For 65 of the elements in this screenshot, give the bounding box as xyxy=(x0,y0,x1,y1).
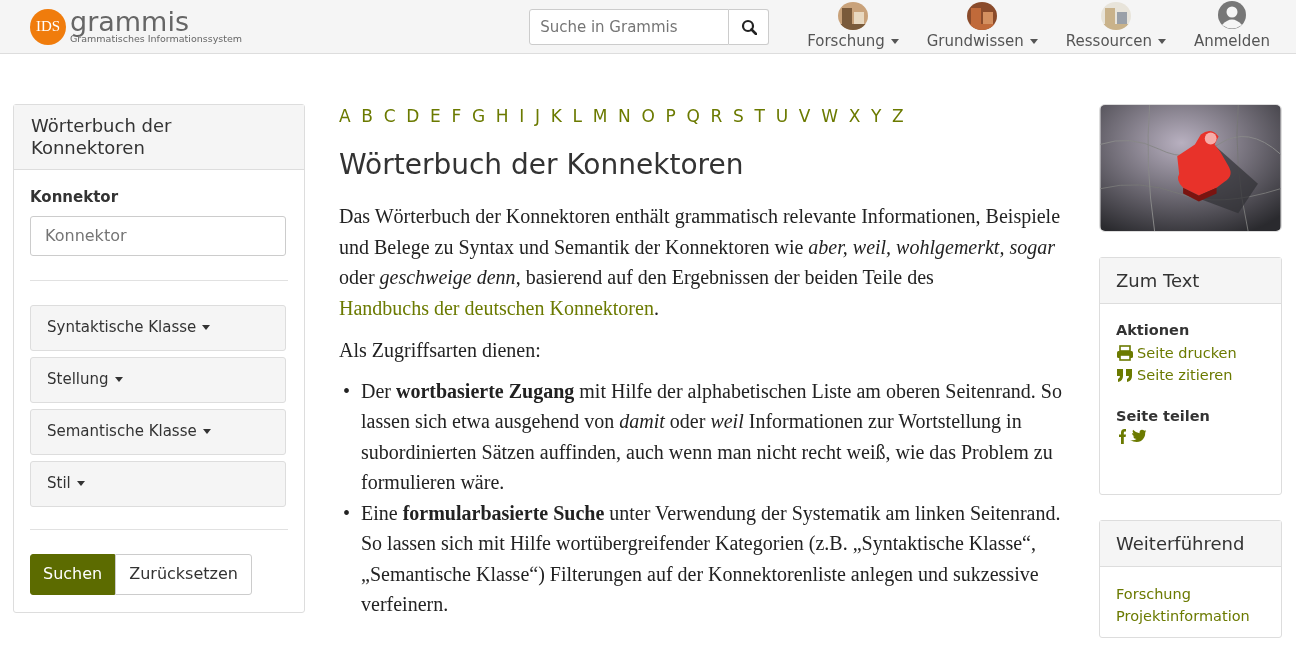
filter-dropdown[interactable]: Semantische Klasse xyxy=(30,408,286,455)
page-heading: Wörterbuch der Konnektoren xyxy=(339,147,745,182)
card-title: Wörterbuch der Konnektoren xyxy=(14,105,304,170)
quote-icon xyxy=(1116,366,1134,383)
letter-link[interactable]: W xyxy=(821,104,838,130)
facebook-icon xyxy=(1116,427,1127,444)
share-link[interactable] xyxy=(1129,427,1147,444)
letter-link[interactable]: U xyxy=(775,104,789,130)
letter-link[interactable]: P xyxy=(665,104,676,130)
field-label: Konnektor xyxy=(30,187,120,208)
section-heading: Seite teilen xyxy=(1116,406,1211,426)
letter-link[interactable]: R xyxy=(710,104,723,130)
section-heading: Aktionen xyxy=(1116,321,1191,340)
letter-link[interactable]: D xyxy=(406,104,420,130)
list-item: Eine formularbasierte Suche unter Verwendung der Systematik am linken Seitenrand. So lassen sich mit Hilfe wortübergreifender Kategorien (z.B. „Syntaktische Klasse“, „Semantische Klasse“) Filterungen auf der Konnektorenliste anlegen und sukzessive verfeinern. xyxy=(361,500,1062,618)
share-link[interactable] xyxy=(1116,427,1127,444)
letter-link[interactable]: L xyxy=(572,104,583,130)
letter-link[interactable]: E xyxy=(430,104,441,130)
letter-link[interactable]: F xyxy=(451,104,462,130)
letter-link[interactable]: O xyxy=(641,104,655,130)
bullet-marker: • xyxy=(342,500,351,526)
letter-link[interactable]: Z xyxy=(892,104,904,130)
sidebar-link[interactable]: Forschung xyxy=(1116,583,1265,605)
search-field[interactable]: Suche in Grammis xyxy=(529,8,730,45)
letter-link[interactable]: Q xyxy=(686,104,700,130)
reset-button[interactable]: Zurücksetzen xyxy=(115,553,252,595)
card-title: Zum Text xyxy=(1100,258,1281,304)
letter-link[interactable]: Y xyxy=(870,104,882,130)
search-button[interactable]: Suchen xyxy=(30,553,116,595)
filter-dropdown[interactable]: Syntaktische Klasse xyxy=(30,304,286,351)
paragraph: Als Zugriffsarten dienen: xyxy=(339,338,542,364)
letter-link[interactable]: K xyxy=(550,104,562,130)
letter-link[interactable]: B xyxy=(361,104,373,130)
printer-icon xyxy=(1116,344,1134,361)
filter-dropdown[interactable]: Stellung xyxy=(30,356,286,403)
filter-dropdown[interactable]: Stil xyxy=(30,460,286,507)
input-field[interactable]: Konnektor xyxy=(30,215,286,256)
search-icon xyxy=(740,18,757,35)
bullet-marker: • xyxy=(342,378,351,404)
action-link[interactable]: Seite zitieren xyxy=(1116,363,1265,386)
letter-link[interactable]: A xyxy=(339,104,351,130)
letter-link[interactable]: X xyxy=(848,104,861,130)
letter-link[interactable]: N xyxy=(618,104,631,130)
letter-link[interactable]: M xyxy=(592,104,608,130)
bird-icon xyxy=(1129,427,1147,444)
sidebar-link[interactable]: Projektinformation xyxy=(1116,605,1265,627)
letter-link[interactable]: G xyxy=(471,104,486,130)
nav-menu-item[interactable]: Grundwissen xyxy=(912,1,1052,53)
list-item: Der wortbasierte Zugang mit Hilfe der alphabetischen Liste am oberen Seitenrand. So lassen sich etwa ausgehend von damit oder weil Informationen zur Wortstellung in subordinierten Sätzen auffinden, auch wenn man nicht recht weiß, wie das Problem zu formulieren wäre. xyxy=(361,378,1063,496)
letter-link[interactable]: C xyxy=(383,104,396,130)
letter-link[interactable]: V xyxy=(798,104,811,130)
search-button[interactable] xyxy=(729,8,770,45)
letter-link[interactable]: J xyxy=(535,104,540,130)
logo-badge[interactable]: IDS xyxy=(30,8,66,45)
text-link[interactable]: Handbuchs der deutschen Konnektoren xyxy=(339,296,654,319)
nav-menu-item[interactable]: Forschung xyxy=(793,1,913,53)
nav-menu-item[interactable]: Ressourcen xyxy=(1051,1,1180,53)
letter-link[interactable]: S xyxy=(733,104,744,130)
card-title: Weiterführend xyxy=(1100,521,1281,567)
letter-link[interactable]: I xyxy=(519,104,525,130)
nav-menu-item[interactable]: Anmelden xyxy=(1179,0,1284,53)
intro-paragraph: Das Wörterbuch der Konnektoren enthält grammatisch relevante Informationen, Beispiele und Belege zu Syntax und Semantik der Konnektoren wie aber, weil, wohlgemerkt, sogar oder geschweige denn, basierend auf den Ergebnissen der beiden Teile des Handbuchs der deutschen Konnektoren. xyxy=(339,204,1062,321)
action-link[interactable]: Seite drucken xyxy=(1116,341,1265,364)
letter-link[interactable]: T xyxy=(754,104,765,130)
letter-link[interactable]: H xyxy=(495,104,509,130)
